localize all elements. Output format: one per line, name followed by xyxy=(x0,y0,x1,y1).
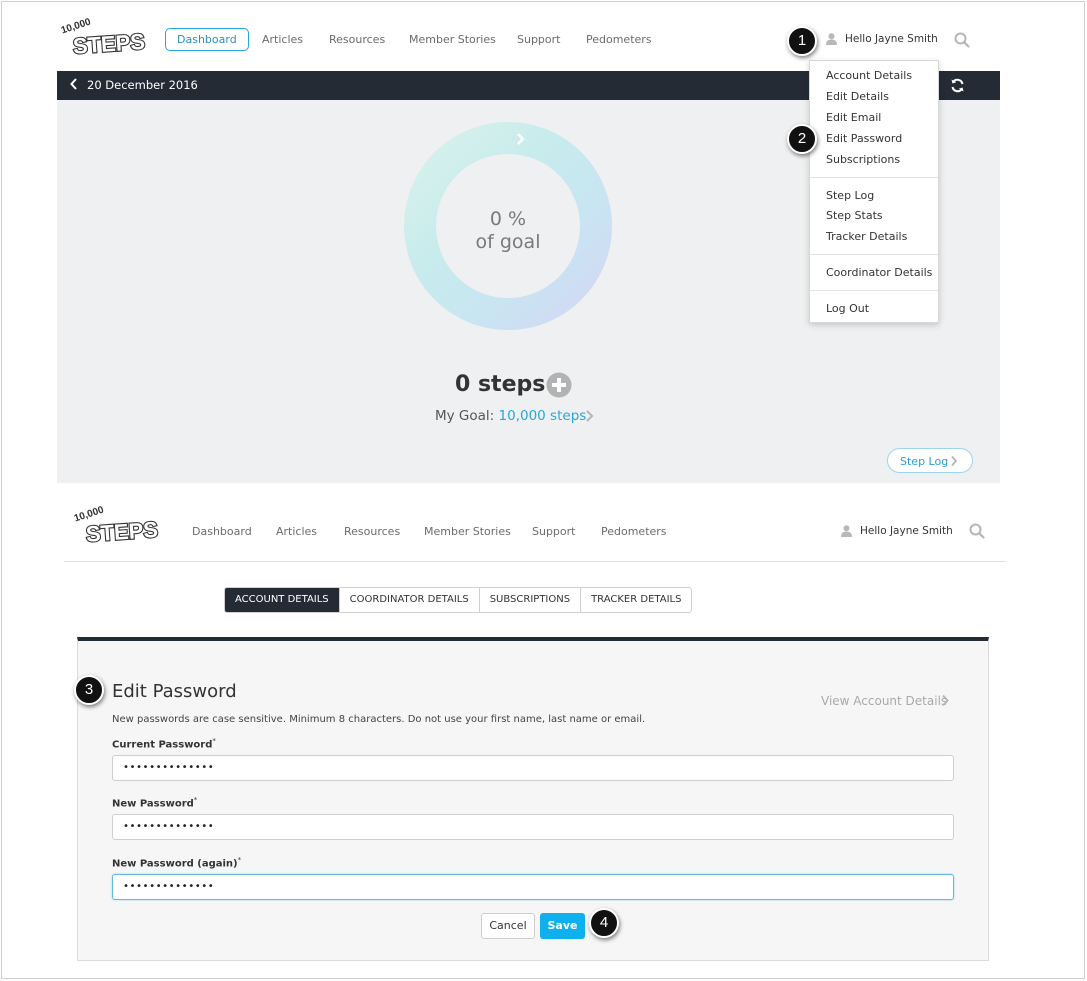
search-icon[interactable] xyxy=(954,32,970,48)
menu-divider xyxy=(810,254,938,255)
steps-logo[interactable]: 10,000 STEPS xyxy=(59,16,151,66)
goal-caption: of goal xyxy=(475,231,541,253)
add-steps-icon[interactable] xyxy=(546,372,572,398)
new-password-label-text: New Password xyxy=(112,798,194,810)
new-password-again-field[interactable]: •••••••••••••• xyxy=(112,874,954,900)
nav-resources[interactable]: Resources xyxy=(344,525,400,538)
menu-edit-password[interactable]: Edit Password xyxy=(826,132,902,145)
step-log-button[interactable]: Step Log xyxy=(887,448,973,473)
tab-account-details[interactable]: ACCOUNT DETAILS xyxy=(225,588,340,612)
nav-pedometers[interactable]: Pedometers xyxy=(601,525,667,538)
user-greeting[interactable]: Hello Jayne Smith xyxy=(860,525,953,537)
my-goal-link[interactable]: 10,000 steps xyxy=(499,408,587,424)
step-log-label: Step Log xyxy=(900,455,949,468)
edit-password-panel: Edit Password View Account Details New p… xyxy=(77,637,989,961)
nav-dashboard[interactable]: Dashboard xyxy=(192,525,252,538)
tab-coordinator-details[interactable]: COORDINATOR DETAILS xyxy=(340,588,480,612)
tab-tracker-details[interactable]: TRACKER DETAILS xyxy=(581,588,691,612)
menu-divider xyxy=(810,290,938,291)
current-password-label: Current Password* xyxy=(112,737,216,750)
refresh-icon[interactable] xyxy=(950,78,965,93)
chevron-right-icon[interactable] xyxy=(941,694,950,707)
chevron-left-icon[interactable] xyxy=(70,78,78,90)
new-password-again-label-text: New Password (again) xyxy=(112,858,238,870)
svg-text:STEPS: STEPS xyxy=(85,517,159,547)
nav-support[interactable]: Support xyxy=(517,33,560,46)
current-password-label-text: Current Password xyxy=(112,739,213,751)
new-password-label: New Password* xyxy=(112,796,197,809)
nav-articles[interactable]: Articles xyxy=(276,525,317,538)
my-goal-label: My Goal: xyxy=(435,408,495,424)
nav-dashboard-active[interactable]: Dashboard xyxy=(165,28,249,51)
menu-divider xyxy=(810,177,938,178)
goal-percent: 0 % xyxy=(489,208,527,230)
tab-subscriptions[interactable]: SUBSCRIPTIONS xyxy=(480,588,582,612)
svg-text:STEPS: STEPS xyxy=(72,29,146,59)
menu-step-log[interactable]: Step Log xyxy=(826,189,874,202)
nav-support[interactable]: Support xyxy=(532,525,575,538)
steps-logo[interactable]: 10,000 STEPS xyxy=(72,504,164,554)
view-account-details-link[interactable]: View Account Details xyxy=(821,694,947,708)
chevron-right-icon[interactable] xyxy=(585,409,595,423)
required-mark: * xyxy=(237,856,242,864)
user-greeting[interactable]: Hello Jayne Smith xyxy=(845,33,938,45)
search-icon[interactable] xyxy=(969,523,985,539)
menu-tracker-details[interactable]: Tracker Details xyxy=(826,230,907,243)
secondary-navbar: 10,000 STEPS Dashboard Articles Resource… xyxy=(64,502,1006,562)
current-password-field[interactable]: •••••••••••••• xyxy=(112,755,954,781)
user-dropdown-menu: Account Details Edit Details Edit Email … xyxy=(809,60,939,323)
screenshot-frame: 10,000 STEPS Dashboard Articles Resource… xyxy=(1,1,1085,979)
my-goal: My Goal: 10,000 steps xyxy=(435,408,586,424)
nav-member-stories[interactable]: Member Stories xyxy=(409,33,496,46)
menu-subscriptions[interactable]: Subscriptions xyxy=(826,153,900,166)
step-marker-1: 1 xyxy=(787,26,817,56)
user-icon xyxy=(841,525,852,537)
menu-account-details[interactable]: Account Details xyxy=(826,69,912,82)
nav-resources[interactable]: Resources xyxy=(329,33,385,46)
menu-edit-details[interactable]: Edit Details xyxy=(826,90,889,103)
steps-count: 0 steps xyxy=(455,372,546,397)
nav-articles[interactable]: Articles xyxy=(262,33,303,46)
required-mark: * xyxy=(193,796,198,804)
cancel-button[interactable]: Cancel xyxy=(481,913,535,939)
menu-step-stats[interactable]: Step Stats xyxy=(826,209,883,222)
nav-pedometers[interactable]: Pedometers xyxy=(586,33,652,46)
step-marker-2: 2 xyxy=(787,124,817,154)
new-password-field[interactable]: •••••••••••••• xyxy=(112,814,954,840)
required-mark: * xyxy=(212,737,216,745)
page-title: Edit Password xyxy=(112,681,237,702)
step-marker-4: 4 xyxy=(589,908,619,938)
menu-log-out[interactable]: Log Out xyxy=(826,302,869,315)
menu-edit-email[interactable]: Edit Email xyxy=(826,111,881,124)
menu-coordinator-details[interactable]: Coordinator Details xyxy=(826,266,932,279)
password-help-text: New passwords are case sensitive. Minimu… xyxy=(112,714,646,725)
account-tabs: ACCOUNT DETAILS COORDINATOR DETAILS SUBS… xyxy=(224,587,693,613)
step-marker-3: 3 xyxy=(74,675,104,705)
new-password-again-label: New Password (again)* xyxy=(112,856,241,869)
nav-member-stories[interactable]: Member Stories xyxy=(424,525,511,538)
chevron-right-icon xyxy=(951,455,958,467)
user-icon xyxy=(826,33,837,45)
current-date: 20 December 2016 xyxy=(87,78,198,92)
save-button[interactable]: Save xyxy=(540,913,585,939)
